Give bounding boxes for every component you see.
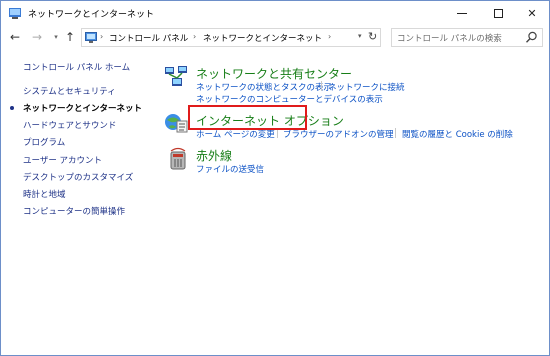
close-icon: ✕ <box>527 6 537 20</box>
search-icon[interactable] <box>525 31 538 44</box>
navigation-bar: ← → ▾ ↑ › コントロール パネル › ネットワークとインターネット › … <box>1 25 549 51</box>
breadcrumb-separator[interactable]: › <box>328 32 331 41</box>
sidebar: コントロール パネル ホーム システムとセキュリティ ネットワークとインターネッ… <box>1 53 151 253</box>
forward-arrow-icon[interactable]: → <box>30 30 44 44</box>
breadcrumb-separator[interactable]: › <box>193 32 196 41</box>
highlight-box <box>188 105 307 130</box>
network-sharing-center-icon <box>165 66 187 86</box>
sidebar-item-control-panel-home[interactable]: コントロール パネル ホーム <box>23 61 130 73</box>
back-arrow-icon[interactable]: ← <box>8 30 22 44</box>
breadcrumb-network-internet[interactable]: ネットワークとインターネット <box>203 32 322 44</box>
breadcrumb-control-panel[interactable]: コントロール パネル <box>109 32 188 44</box>
control-panel-window: ネットワークとインターネット ✕ ← → ▾ ↑ › コントロール パネル › … <box>0 0 550 356</box>
address-bar[interactable]: › コントロール パネル › ネットワークとインターネット › ▾ ↻ <box>81 28 381 47</box>
close-button[interactable]: ✕ <box>515 1 549 25</box>
internet-options-icon <box>165 114 188 133</box>
minimize-icon <box>457 12 467 14</box>
current-page-bullet-icon <box>10 106 14 110</box>
sidebar-item-clock-region[interactable]: 時計と地域 <box>23 188 66 200</box>
recent-locations-chevron-icon[interactable]: ▾ <box>49 30 63 44</box>
maximize-button[interactable] <box>481 1 515 25</box>
search-input[interactable]: コントロール パネルの検索 <box>397 32 502 44</box>
up-arrow-icon[interactable]: ↑ <box>63 30 77 44</box>
sidebar-item-desktop-customization[interactable]: デスクトップのカスタマイズ <box>23 171 133 183</box>
link-divider <box>321 81 322 91</box>
infrared-icon <box>170 147 186 170</box>
network-folder-icon <box>9 8 21 19</box>
window-title: ネットワークとインターネット <box>28 10 155 20</box>
link-view-network-computers[interactable]: ネットワークのコンピューターとデバイスの表示 <box>196 93 383 105</box>
category-title[interactable]: 赤外線 <box>196 147 232 164</box>
category-title[interactable]: ネットワークと共有センター <box>196 65 352 82</box>
sidebar-item-hardware-sound[interactable]: ハードウェアとサウンド <box>23 119 116 131</box>
link-delete-browsing-history[interactable]: 閲覧の履歴と Cookie の削除 <box>402 128 513 140</box>
sidebar-item-network-internet: ネットワークとインターネット <box>23 104 143 114</box>
refresh-icon[interactable]: ↻ <box>368 30 380 43</box>
link-connect-to-network[interactable]: ネットワークに接続 <box>328 81 405 93</box>
sidebar-item-programs[interactable]: プログラム <box>23 136 65 148</box>
sidebar-item-user-accounts[interactable]: ユーザー アカウント <box>23 154 102 166</box>
sidebar-item-ease-of-access[interactable]: コンピューターの簡単操作 <box>23 205 125 217</box>
address-dropdown-chevron-icon[interactable]: ▾ <box>358 32 362 40</box>
control-panel-icon <box>85 32 97 43</box>
link-divider <box>395 128 396 138</box>
breadcrumb-separator[interactable]: › <box>100 32 103 41</box>
minimize-button[interactable] <box>445 1 479 25</box>
title-bar: ネットワークとインターネット ✕ <box>1 1 549 25</box>
maximize-icon <box>493 8 503 18</box>
link-view-network-status[interactable]: ネットワークの状態とタスクの表示 <box>196 81 332 93</box>
sidebar-item-system-security[interactable]: システムとセキュリティ <box>23 85 116 97</box>
search-box[interactable]: コントロール パネルの検索 <box>391 28 543 47</box>
link-send-receive-files[interactable]: ファイルの送受信 <box>196 163 264 175</box>
